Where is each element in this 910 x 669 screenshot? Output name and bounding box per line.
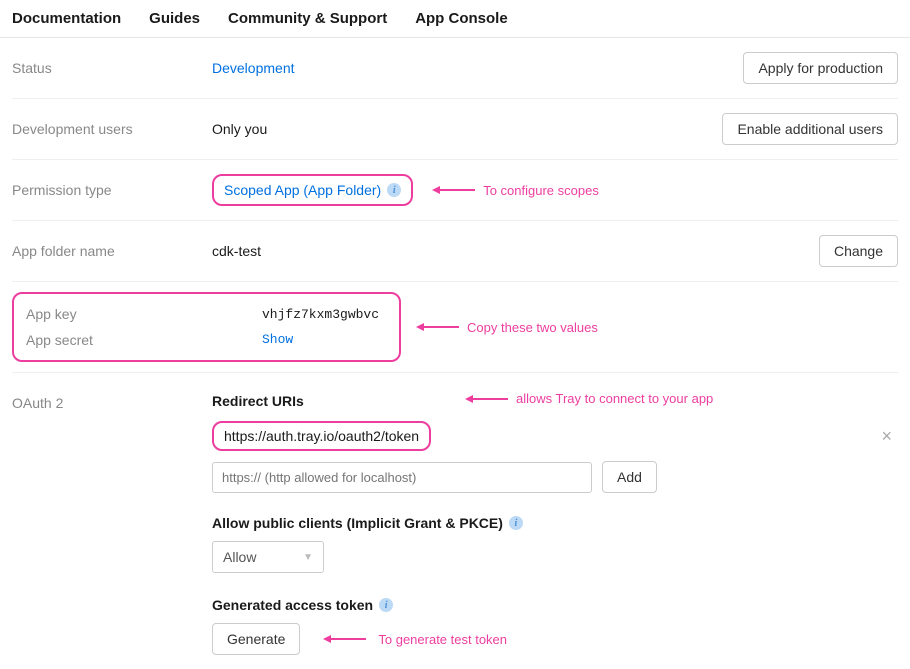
generate-annotation: To generate test token bbox=[378, 632, 507, 647]
info-icon[interactable]: i bbox=[379, 598, 393, 612]
keys-annotation: Copy these two values bbox=[467, 320, 598, 335]
row-keys: App key App secret vhjfz7kxm3gwbvc Show … bbox=[12, 282, 898, 373]
dev-users-label: Development users bbox=[12, 121, 212, 137]
permission-value-pill: Scoped App (App Folder) i bbox=[212, 174, 413, 206]
info-icon[interactable]: i bbox=[509, 516, 523, 530]
row-app-folder: App folder name cdk-test Change bbox=[12, 221, 898, 282]
redirect-annotation: allows Tray to connect to your app bbox=[516, 391, 713, 406]
public-clients-title: Allow public clients (Implicit Grant & P… bbox=[212, 515, 503, 531]
permission-label: Permission type bbox=[12, 182, 212, 198]
change-folder-button[interactable]: Change bbox=[819, 235, 898, 267]
redirect-uri-value: https://auth.tray.io/oauth2/token bbox=[224, 428, 419, 444]
generate-token-button[interactable]: Generate bbox=[212, 623, 300, 655]
info-icon[interactable]: i bbox=[387, 183, 401, 197]
redirect-uri-pill: https://auth.tray.io/oauth2/token bbox=[212, 421, 431, 451]
row-status: Status Development Apply for production bbox=[12, 38, 898, 99]
enable-users-button[interactable]: Enable additional users bbox=[722, 113, 898, 145]
nav-community[interactable]: Community & Support bbox=[228, 10, 387, 27]
row-oauth: OAuth 2 Redirect URIs allows Tray to con… bbox=[12, 373, 898, 669]
access-token-title: Generated access token bbox=[212, 597, 373, 613]
chevron-down-icon: ▼ bbox=[303, 552, 313, 563]
folder-label: App folder name bbox=[12, 243, 212, 259]
public-clients-value: Allow bbox=[223, 549, 256, 565]
nav-guides[interactable]: Guides bbox=[149, 10, 200, 27]
top-nav: Documentation Guides Community & Support… bbox=[0, 0, 910, 38]
public-clients-select[interactable]: Allow ▼ bbox=[212, 541, 324, 573]
add-uri-button[interactable]: Add bbox=[602, 461, 657, 493]
app-key-value: vhjfz7kxm3gwbvc bbox=[262, 307, 379, 322]
folder-value: cdk-test bbox=[212, 243, 819, 259]
annotation-arrow bbox=[472, 398, 508, 400]
nav-documentation[interactable]: Documentation bbox=[12, 10, 121, 27]
status-label: Status bbox=[12, 60, 212, 76]
permission-value[interactable]: Scoped App (App Folder) bbox=[224, 182, 381, 198]
annotation-arrow bbox=[423, 326, 459, 328]
remove-uri-button[interactable]: × bbox=[881, 426, 898, 447]
dev-users-value: Only you bbox=[212, 121, 722, 137]
oauth-label: OAuth 2 bbox=[12, 393, 212, 411]
status-value[interactable]: Development bbox=[212, 60, 743, 76]
apply-production-button[interactable]: Apply for production bbox=[743, 52, 898, 84]
annotation-arrow bbox=[439, 189, 475, 191]
row-dev-users: Development users Only you Enable additi… bbox=[12, 99, 898, 160]
app-key-label: App key bbox=[26, 306, 212, 322]
permission-annotation: To configure scopes bbox=[483, 183, 599, 198]
annotation-arrow bbox=[330, 638, 366, 640]
redirect-uri-input[interactable] bbox=[212, 462, 592, 493]
keys-pill: App key App secret vhjfz7kxm3gwbvc Show bbox=[12, 292, 401, 362]
row-permission-type: Permission type Scoped App (App Folder) … bbox=[12, 160, 898, 221]
app-secret-label: App secret bbox=[26, 332, 212, 348]
nav-console[interactable]: App Console bbox=[415, 10, 508, 27]
app-secret-show[interactable]: Show bbox=[262, 332, 379, 347]
